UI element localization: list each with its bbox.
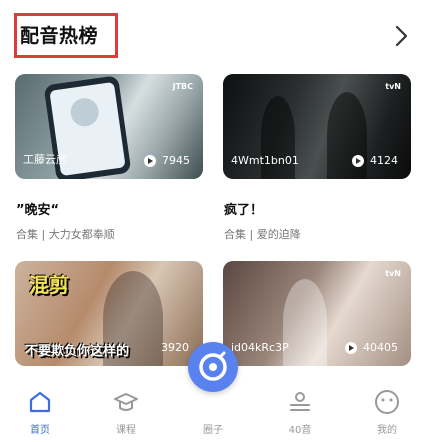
video-card[interactable]: 混剪 不要欺负你这样的 3920 [15, 261, 203, 366]
tab-forty-sounds[interactable]: 40音 [270, 380, 330, 442]
tab-profile[interactable]: 我的 [357, 380, 417, 442]
play-count: 3920 [161, 341, 189, 354]
play-count: 40405 [345, 341, 398, 354]
channel-tag: tvN [385, 269, 401, 278]
smiley-icon [375, 390, 399, 414]
card-title[interactable]: ”晚安“ [16, 199, 59, 218]
play-icon [352, 154, 364, 167]
home-icon [29, 391, 51, 413]
compass-icon [199, 351, 227, 381]
stack-icon [290, 392, 310, 411]
card-subtitle: 合集 | 爱的迫降 [224, 228, 301, 241]
section-title: 配音热榜 [20, 25, 99, 47]
card-subtitle: 合集 | 大力女都奉顺 [16, 228, 115, 241]
overlay-caption: 不要欺负你这样的 [25, 344, 130, 359]
play-icon [345, 341, 357, 354]
channel-tag: tvN [385, 82, 401, 91]
overlay-title: 混剪 [29, 273, 69, 297]
tab-courses[interactable]: 课程 [96, 380, 156, 442]
play-count: 4124 [352, 154, 398, 167]
section-header: 配音热榜 [0, 0, 427, 62]
card-uploader: 4Wmt1bn01 [231, 154, 299, 167]
card-uploader: 工藤云彦 [23, 153, 67, 166]
graduation-cap-icon [114, 393, 138, 411]
tab-home[interactable]: 首页 [10, 380, 70, 442]
video-card[interactable]: tvN id04kRc3P 40405 [223, 261, 411, 366]
circle-fab-button[interactable] [188, 342, 238, 392]
play-icon [144, 154, 156, 167]
card-title[interactable]: 疯了！ [224, 199, 263, 218]
video-card[interactable]: JTBC 工藤云彦 7945 [15, 74, 203, 179]
channel-tag: JTBC [172, 82, 193, 91]
video-card[interactable]: tvN 4Wmt1bn01 4124 [223, 74, 411, 179]
card-uploader: id04kRc3P [231, 341, 289, 354]
chevron-right-icon[interactable] [392, 24, 410, 48]
play-count: 7945 [144, 154, 190, 167]
